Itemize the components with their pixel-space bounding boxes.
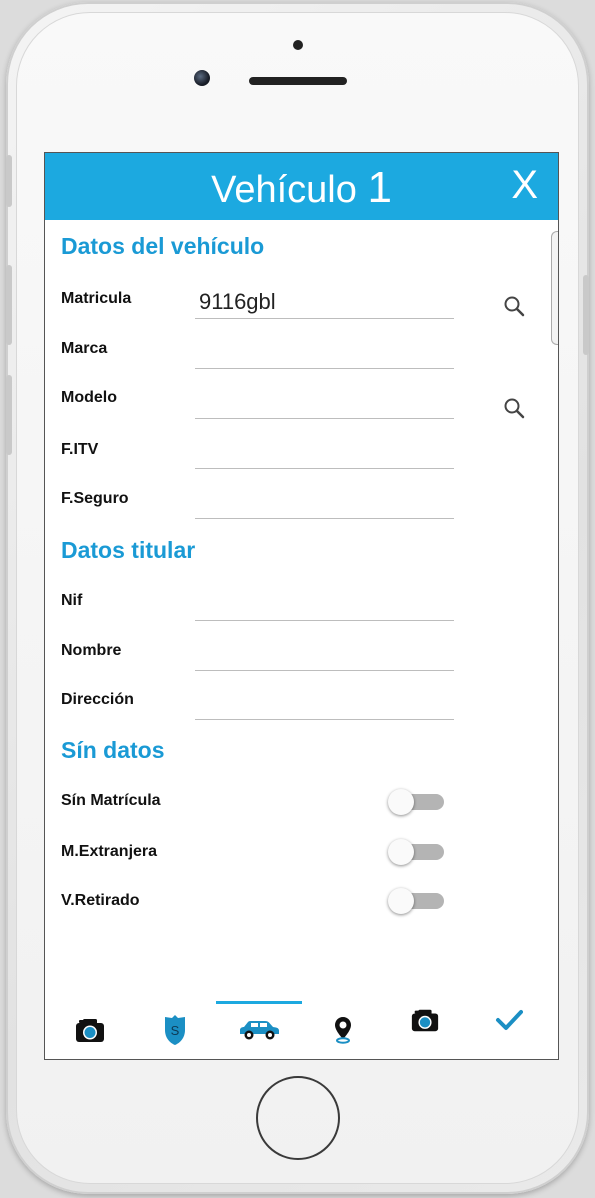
page-title-text: Vehículo xyxy=(211,169,357,211)
model-search-icon[interactable] xyxy=(503,397,525,419)
earpiece-speaker xyxy=(249,77,347,85)
side-button-mute xyxy=(6,155,12,207)
side-button-power xyxy=(583,275,589,355)
insurance-input[interactable] xyxy=(195,489,454,519)
plate-search-icon[interactable] xyxy=(503,295,525,317)
model-label: Modelo xyxy=(61,389,117,406)
tab-confirm[interactable] xyxy=(469,991,549,1049)
page-title: Vehículo 1 xyxy=(45,163,558,213)
address-input[interactable] xyxy=(195,690,454,720)
toggle-knob xyxy=(388,839,414,865)
front-camera xyxy=(194,70,210,86)
tab-camera[interactable] xyxy=(50,1001,130,1059)
location-pin-icon xyxy=(335,1017,351,1044)
name-label: Nombre xyxy=(61,642,122,659)
brand-label: Marca xyxy=(61,340,108,357)
tab-police[interactable]: S xyxy=(135,1001,215,1059)
brand-input[interactable] xyxy=(195,339,454,369)
owner-section-title: Datos titular xyxy=(61,537,196,563)
insurance-label: F.Seguro xyxy=(61,490,129,507)
tab-vehicle[interactable] xyxy=(219,1001,299,1059)
vehicle-removed-label: V.Retirado xyxy=(61,892,140,909)
home-button[interactable] xyxy=(256,1076,340,1160)
foreign-plate-label: M.Extranjera xyxy=(61,843,158,860)
vehicle-removed-toggle[interactable] xyxy=(388,888,444,914)
bottom-tab-bar: S xyxy=(45,1001,558,1059)
no-plate-toggle[interactable] xyxy=(388,789,444,815)
scrollbar[interactable] xyxy=(551,231,558,345)
vehicle-number: 1 xyxy=(367,163,392,212)
model-input[interactable] xyxy=(195,389,454,419)
nif-label: Nif xyxy=(61,592,83,609)
app-screen: Vehículo 1 X Datos del vehículo Matricul… xyxy=(44,152,559,1060)
address-label: Dirección xyxy=(61,691,134,708)
nif-input[interactable] xyxy=(195,591,454,621)
checkmark-icon xyxy=(496,1010,523,1030)
plate-label: Matricula xyxy=(61,290,132,307)
toggle-knob xyxy=(388,888,414,914)
car-icon xyxy=(240,1021,279,1040)
plate-input[interactable]: 9116gbl xyxy=(195,289,454,319)
name-input[interactable] xyxy=(195,641,454,671)
header-bar: Vehículo 1 X xyxy=(45,153,558,220)
no-plate-label: Sín Matrícula xyxy=(61,792,161,809)
tab-location[interactable] xyxy=(303,1001,383,1059)
tab-camera-secondary[interactable] xyxy=(385,991,465,1049)
vehicle-section-title: Datos del vehículo xyxy=(61,233,265,259)
close-button[interactable]: X xyxy=(511,165,538,205)
camera-icon xyxy=(411,1009,439,1032)
side-button-volume-down xyxy=(6,375,12,455)
itv-label: F.ITV xyxy=(61,441,99,458)
itv-input[interactable] xyxy=(195,439,454,469)
foreign-plate-toggle[interactable] xyxy=(388,839,444,865)
svg-text:S: S xyxy=(171,1023,180,1038)
proximity-sensor xyxy=(293,40,303,50)
toggle-knob xyxy=(388,789,414,815)
nodata-section-title: Sín datos xyxy=(61,737,165,763)
camera-icon xyxy=(76,1019,104,1042)
police-badge-icon: S xyxy=(165,1015,185,1045)
side-button-volume-up xyxy=(6,265,12,345)
